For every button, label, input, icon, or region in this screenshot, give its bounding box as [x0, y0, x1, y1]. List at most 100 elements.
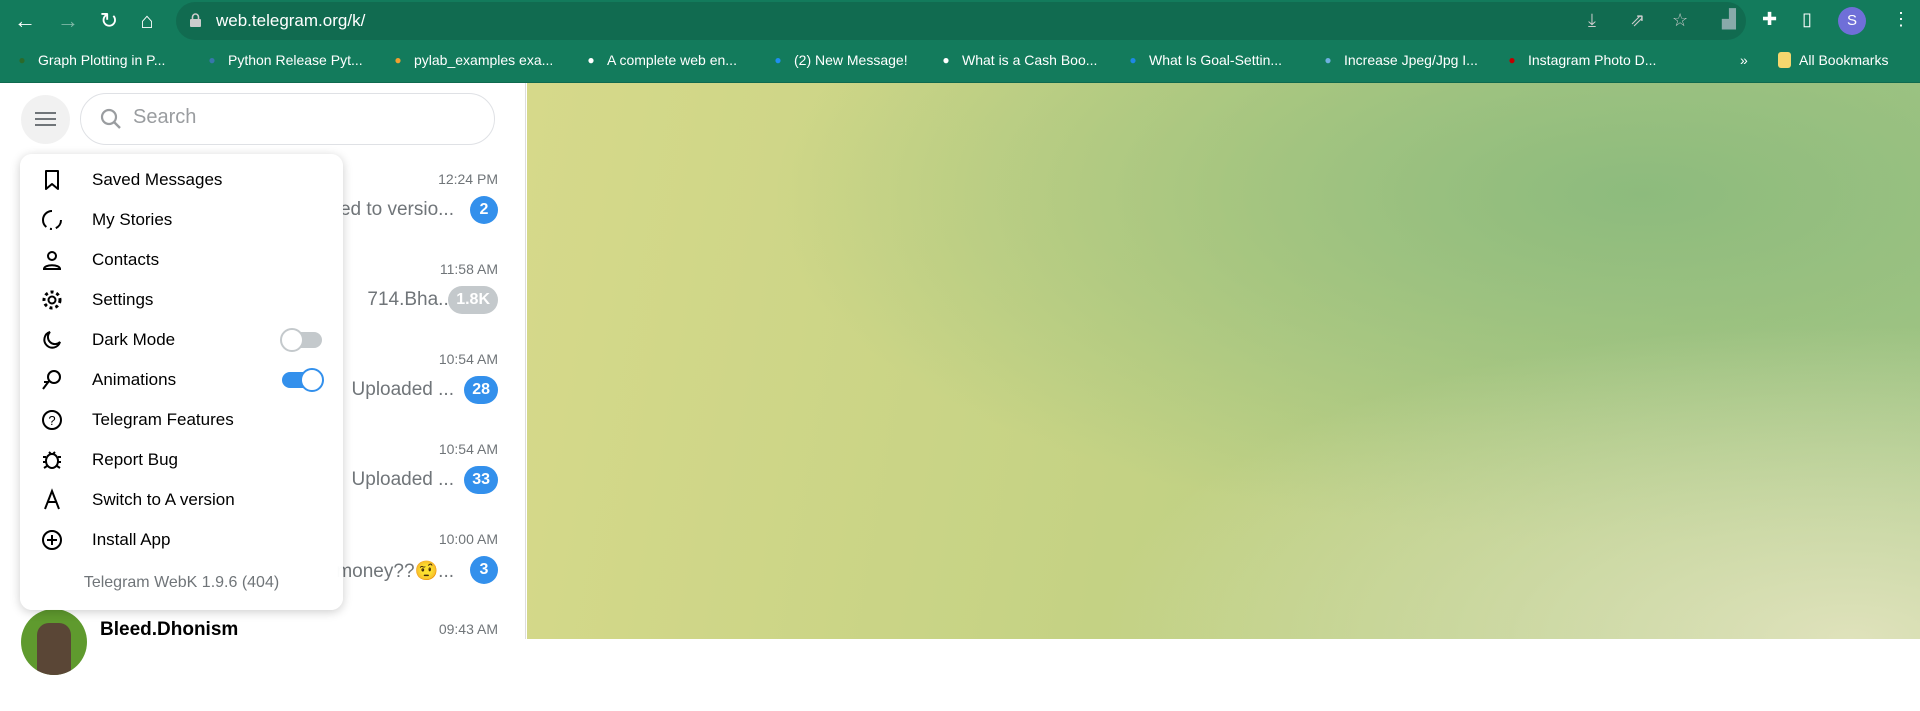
- bookmark-item[interactable]: ● What is a Cash Boo...: [938, 52, 1097, 68]
- bookmark-item[interactable]: ● pylab_examples exa...: [390, 52, 553, 68]
- version-text: Telegram WebK 1.9.6 (404): [83, 574, 280, 591]
- bookmark-label: (2) New Message!: [794, 52, 908, 68]
- address-bar[interactable]: web.telegram.org/k/ ⤓ ⇗ ☆: [176, 2, 1746, 40]
- chat-time: 09:43 AM: [438, 621, 498, 637]
- help-icon: ?: [42, 410, 62, 430]
- bookmark-item[interactable]: ● (2) New Message!: [770, 52, 908, 68]
- puzzle-icon[interactable]: ✚: [1762, 9, 1777, 30]
- menu-item-label: Saved Messages: [92, 170, 223, 189]
- unread-badge: 1.8K: [448, 286, 498, 314]
- main-menu-button[interactable]: [21, 95, 70, 144]
- image-icon: ●: [1324, 53, 1332, 67]
- letter-a-icon: [44, 488, 60, 510]
- toggle-knob: [300, 368, 324, 392]
- main-menu: Telegram WebK 1.9.6 (404) Saved Messages…: [20, 154, 343, 610]
- menu-item-label: Contacts: [92, 250, 160, 269]
- bookmark-item[interactable]: ● Graph Plotting in P...: [14, 52, 165, 68]
- menu-item-animations[interactable]: Animations: [20, 360, 343, 400]
- browser-toolbar: ← → ↻ ⌂ web.telegram.org/k/ ⤓ ⇗ ☆ ▟ ✚ ▯ …: [0, 0, 1920, 42]
- profile-avatar[interactable]: S: [1838, 7, 1866, 35]
- github-icon: ●: [774, 53, 782, 67]
- toggle-switch[interactable]: [282, 368, 324, 392]
- lock-icon: [190, 13, 201, 27]
- extension-chart-icon[interactable]: ▟: [1722, 9, 1736, 30]
- info-icon: ●: [1129, 53, 1137, 67]
- bookmark-item[interactable]: ● Instagram Photo D...: [1504, 52, 1656, 68]
- globe-icon: ●: [587, 53, 595, 67]
- menu-item-dark-mode[interactable]: Dark Mode: [20, 320, 343, 360]
- back-icon[interactable]: ←: [12, 8, 38, 34]
- star-icon[interactable]: ☆: [1672, 10, 1688, 31]
- share-icon[interactable]: ⇗: [1630, 10, 1645, 31]
- menu-item-label: Switch to A version: [92, 490, 235, 509]
- bookmark-item[interactable]: ● What Is Goal-Settin...: [1125, 52, 1282, 68]
- bookmark-label: pylab_examples exa...: [414, 52, 554, 68]
- chat-preview: Uploaded ...: [351, 379, 454, 400]
- chat-time: 10:54 AM: [438, 441, 498, 457]
- svg-text:?: ?: [48, 413, 55, 428]
- all-bookmarks-label: All Bookmarks: [1799, 52, 1889, 68]
- menu-item-label: Install App: [92, 530, 171, 549]
- scissors-icon: ●: [18, 53, 26, 67]
- bookmark-item[interactable]: ● Python Release Pyt...: [204, 52, 362, 68]
- bookmark-label: Increase Jpeg/Jpg I...: [1344, 52, 1478, 68]
- bookmarks-overflow[interactable]: »: [1740, 52, 1748, 68]
- bookmark-label: Graph Plotting in P...: [38, 52, 166, 68]
- chat-name: Bleed.Dhonism: [100, 619, 239, 640]
- unread-badge: 28: [464, 376, 498, 404]
- ba-icon: ●: [1508, 53, 1516, 67]
- bookmark-label: Instagram Photo D...: [1528, 52, 1657, 68]
- menu-item-label: Animations: [92, 370, 177, 389]
- avatar: [21, 609, 87, 675]
- chat-background: [527, 83, 1920, 639]
- url-text[interactable]: web.telegram.org/k/: [216, 11, 365, 31]
- home-icon[interactable]: ⌂: [134, 8, 160, 34]
- moon-icon: [43, 331, 61, 349]
- chat-time: 12:24 PM: [438, 171, 498, 187]
- menu-item-install-app[interactable]: Install App: [20, 520, 343, 560]
- search-box[interactable]: [80, 93, 495, 145]
- chat-time: 10:00 AM: [438, 531, 498, 547]
- toggle-knob: [280, 328, 304, 352]
- overflow-chevron-icon[interactable]: »: [1740, 52, 1748, 68]
- chat-preview: money??🤨...: [336, 561, 454, 582]
- menu-item-label: Telegram Features: [92, 410, 234, 429]
- user-icon: [42, 251, 62, 270]
- forward-icon[interactable]: →: [55, 8, 81, 34]
- search-input[interactable]: [133, 106, 433, 129]
- sidepanel-icon[interactable]: ▯: [1802, 9, 1812, 30]
- menu-item-my-stories[interactable]: My Stories: [20, 200, 343, 240]
- bookmark-item[interactable]: ● Increase Jpeg/Jpg I...: [1320, 52, 1478, 68]
- chat-time: 10:54 AM: [438, 351, 498, 367]
- menu-item-contacts[interactable]: Contacts: [20, 240, 343, 280]
- menu-item-settings[interactable]: Settings: [20, 280, 343, 320]
- bookmarks-bar: » All Bookmarks ● Graph Plotting in P... ●…: [0, 42, 1920, 83]
- bookmark-label: A complete web en...: [607, 52, 737, 68]
- bookmark-icon: [45, 170, 59, 190]
- unread-badge: 3: [470, 556, 498, 584]
- unread-badge: 33: [464, 466, 498, 494]
- all-bookmarks[interactable]: All Bookmarks: [1778, 52, 1888, 68]
- chat-time: 11:58 AM: [439, 261, 498, 277]
- reload-icon[interactable]: ↻: [96, 8, 122, 34]
- hamburger-icon: [35, 112, 56, 114]
- animations-icon: [42, 370, 61, 390]
- menu-item-label: Settings: [92, 290, 154, 309]
- hamburger-line: [35, 118, 56, 120]
- menu-item-switch-to-a-version[interactable]: Switch to A version: [20, 480, 343, 520]
- menu-item-label: Report Bug: [92, 450, 178, 469]
- search-icon: [100, 108, 121, 129]
- bookmark-label: What is a Cash Boo...: [962, 52, 1098, 68]
- menu-item-report-bug[interactable]: Report Bug: [20, 440, 343, 480]
- chat-list-item[interactable]: 09:43 AM Bleed.Dhonism: [0, 609, 526, 711]
- gear-icon: [42, 290, 62, 310]
- hamburger-line: [35, 124, 56, 126]
- menu-item-saved-messages[interactable]: Saved Messages: [20, 160, 343, 200]
- bug-icon: [43, 451, 61, 469]
- chat-preview: Uploaded ...: [351, 469, 454, 490]
- kebab-menu-icon[interactable]: ⋮: [1892, 9, 1910, 30]
- install-icon[interactable]: ⤓: [1588, 10, 1596, 31]
- toggle-switch[interactable]: [280, 328, 322, 352]
- bookmark-item[interactable]: ● A complete web en...: [583, 52, 737, 68]
- menu-item-telegram-features[interactable]: ? Telegram Features: [20, 400, 343, 440]
